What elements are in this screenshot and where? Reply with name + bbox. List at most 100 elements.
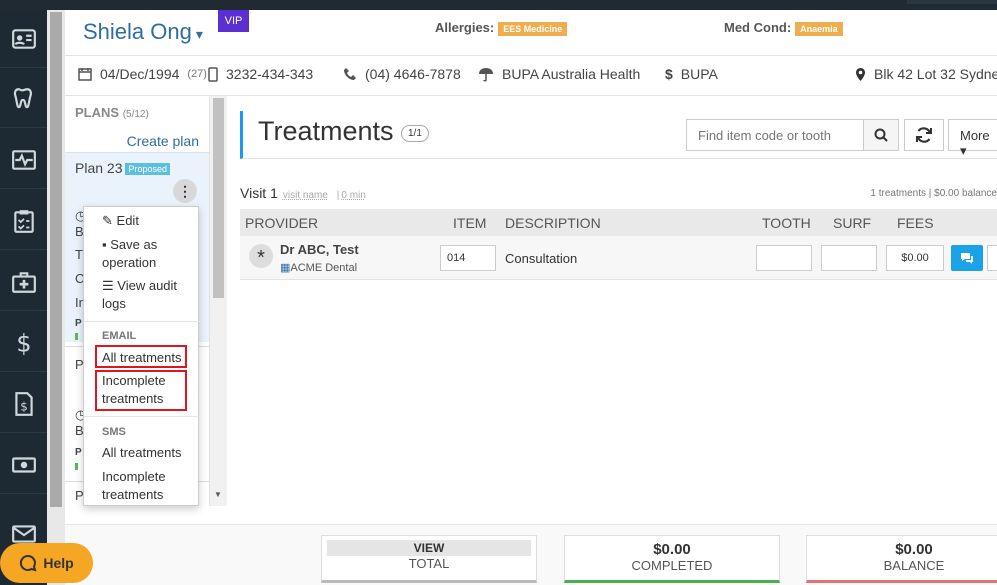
provider-clinic: ▦ACME Dental	[280, 261, 357, 274]
sidebar-vitals[interactable]	[0, 131, 47, 189]
progress-marker	[75, 463, 78, 470]
treatments-title: Treatments	[258, 116, 394, 146]
completed-label: COMPLETED	[631, 558, 713, 573]
sidebar-payments[interactable]	[0, 436, 47, 494]
plan-status-badge: Proposed	[125, 163, 171, 176]
provider-name: Dr ABC, Test	[280, 242, 359, 257]
patient-info-bar: 04/Dec/1994 (27) 3232-434-343 (04) 4646-7…	[65, 57, 997, 96]
plan-options-button[interactable]: ⋮	[173, 179, 197, 203]
totals-footer: VIEW TOTAL $0.00 COMPLETED $0.00 BALANCE	[65, 524, 997, 585]
sidebar-dental[interactable]	[0, 70, 47, 128]
plans-scroll-thumb[interactable]	[213, 98, 224, 298]
treatments-count-badge: 1/1	[401, 125, 429, 142]
visit-name-link[interactable]: visit name	[283, 190, 328, 201]
visit-header: Visit 1 visit name | 0 min	[240, 185, 366, 201]
col-provider: PROVIDER	[245, 215, 319, 231]
map-marker-icon	[856, 67, 865, 81]
plan-title: Plan 23 Proposed	[75, 160, 171, 176]
refresh-icon	[916, 127, 932, 143]
plans-title: PLANS	[75, 105, 120, 120]
dollar-icon: $	[665, 66, 673, 82]
col-fees: FEES	[897, 215, 934, 231]
plan-fragment-5: P	[75, 318, 82, 329]
total-box[interactable]: VIEW TOTAL	[321, 535, 537, 583]
sidebar-clipboard[interactable]	[0, 192, 47, 250]
plans-scrollbar[interactable]: ▼	[210, 96, 227, 506]
dob: 04/Dec/1994	[100, 66, 180, 82]
surface-input[interactable]	[821, 245, 877, 271]
fund: BUPA	[680, 66, 718, 82]
allergies-label: Allergies:	[435, 20, 495, 35]
menu-view-audit-logs[interactable]: ☰ View audit logs	[102, 277, 194, 313]
money-icon	[11, 456, 36, 473]
mobile-item: 3232-434-343	[208, 66, 313, 82]
menu-save-label: Save as operation	[102, 237, 158, 270]
highlight-box-email-all	[95, 345, 187, 368]
fee-input[interactable]: $0.00	[886, 245, 944, 271]
sidebar-patient-card[interactable]	[0, 10, 47, 68]
sidebar-invoice[interactable]: $	[0, 375, 47, 433]
invoice-icon: $	[14, 391, 33, 416]
plan2-fragment-3: P	[75, 447, 82, 458]
caret-down-icon: ▾	[195, 26, 203, 42]
treatments-table-header: PROVIDER ITEM DESCRIPTION TOOTH SURF FEE…	[240, 209, 997, 236]
treatments-main: Treatments 1/1 More ▾ Visit 1 visit name …	[227, 96, 997, 526]
sidebar-billing[interactable]: $	[0, 314, 47, 372]
plan-fragment-2: T	[75, 247, 83, 262]
scroll-down-arrow-icon[interactable]: ▼	[214, 490, 222, 499]
list-icon: ☰	[102, 278, 114, 293]
chat-bubble-icon	[20, 554, 37, 572]
refresh-button[interactable]	[904, 119, 944, 151]
caret-down-icon: ▾	[960, 143, 967, 158]
visit-duration-link[interactable]: 0 min	[341, 190, 365, 201]
item-search-input[interactable]	[686, 119, 864, 151]
treatments-header: Treatments 1/1 More ▾	[240, 111, 997, 159]
insurer: BUPA Australia Health	[502, 66, 641, 82]
age: (27)	[187, 68, 207, 80]
sidebar-scrollbar[interactable]	[47, 10, 65, 585]
menu-sms-heading: SMS	[102, 426, 126, 438]
search-button[interactable]	[863, 119, 899, 151]
item-code-input[interactable]: 014	[440, 245, 496, 271]
row-action-button[interactable]	[987, 245, 997, 271]
edit-icon: ✎	[102, 213, 113, 228]
patient-header: Shiela Ong ▾ VIP Allergies: EES Medicine M…	[65, 10, 997, 56]
patient-name-dropdown[interactable]: Shiela Ong ▾	[83, 19, 203, 45]
kebab-icon: ⋮	[178, 182, 192, 199]
completed-box[interactable]: $0.00 COMPLETED	[564, 535, 780, 583]
building-icon: ▦	[280, 262, 291, 274]
balance-box[interactable]: $0.00 BALANCE	[806, 535, 997, 583]
menu-sms-all-treatments[interactable]: All treatments	[102, 444, 181, 462]
sidebar-medkit[interactable]	[0, 253, 47, 311]
medcond-badge: Anaemia	[795, 21, 843, 36]
svg-text:$: $	[20, 399, 28, 413]
tooth-icon	[13, 87, 32, 108]
mobile: 3232-434-343	[226, 66, 314, 82]
col-description: DESCRIPTION	[505, 215, 601, 231]
plans-heading: PLANS (5/12)	[75, 105, 149, 120]
menu-divider	[84, 321, 200, 322]
help-label: Help	[43, 555, 74, 571]
tooth-input[interactable]	[756, 245, 812, 271]
sidebar-scroll-thumb[interactable]	[50, 12, 62, 507]
save-icon: ▪	[102, 237, 107, 252]
plans-count: (5/12)	[122, 109, 149, 120]
phone-item: (04) 4646-7878	[343, 66, 461, 82]
fund-item: $ BUPA	[665, 66, 718, 82]
menu-sms-incomplete-treatments[interactable]: Incomplete treatments	[102, 468, 182, 504]
create-plan-link[interactable]: Create plan	[127, 133, 199, 149]
address-item: Blk 42 Lot 32 Sydney	[855, 66, 997, 82]
plan-name: Plan 23	[75, 160, 123, 176]
menu-edit[interactable]: ✎ Edit	[102, 212, 139, 230]
vip-badge: VIP	[218, 10, 249, 32]
menu-edit-label: Edit	[116, 213, 139, 228]
medkit-icon	[11, 271, 36, 293]
more-dropdown-button[interactable]: More ▾	[948, 119, 997, 158]
asterisk-icon: *	[249, 244, 273, 269]
notes-button[interactable]	[951, 245, 983, 271]
table-row[interactable]: * Dr ABC, Test ▦ACME Dental 014 Consulta…	[240, 236, 997, 280]
menu-save-as-operation[interactable]: ▪ Save as operation	[102, 236, 194, 272]
total-label: TOTAL	[408, 556, 450, 571]
menu-divider	[84, 416, 200, 417]
help-button[interactable]: Help	[0, 543, 93, 583]
